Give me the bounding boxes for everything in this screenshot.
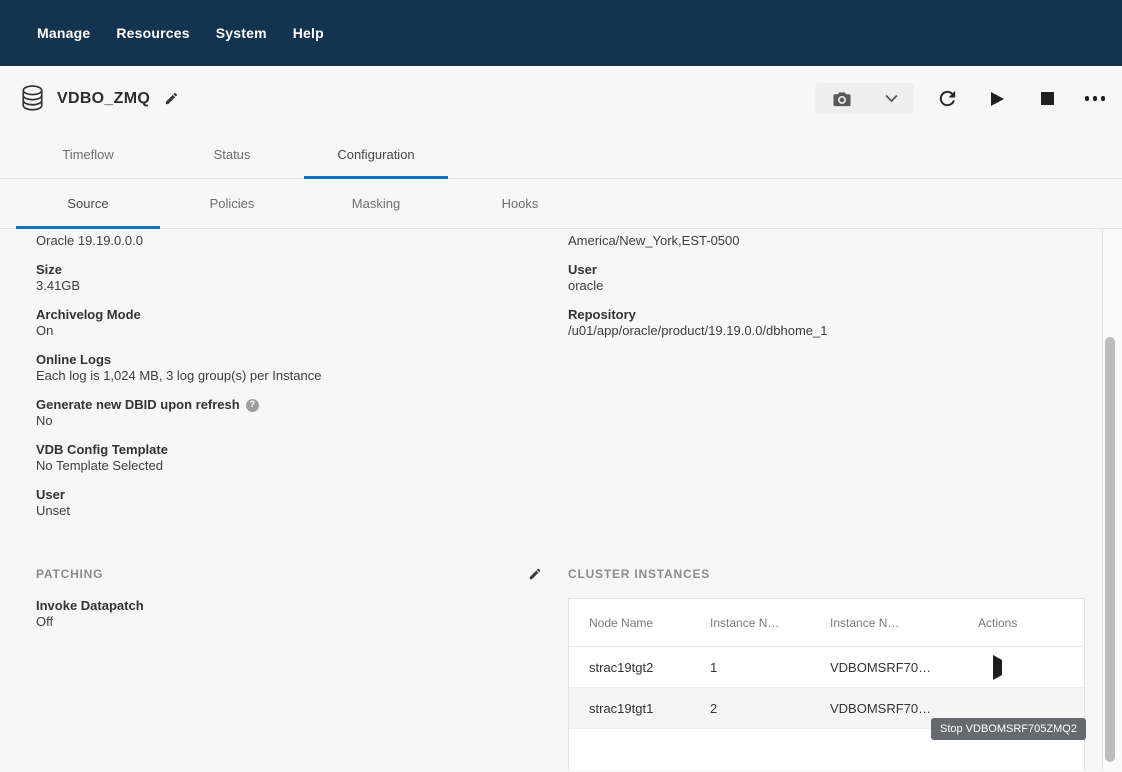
tab-configuration[interactable]: Configuration — [304, 131, 448, 178]
top-nav: Manage Resources System Help — [0, 0, 1122, 66]
field-user-right: User oracle — [568, 262, 1086, 294]
patching-section-title: PATCHING — [36, 567, 103, 581]
column-header-instance-name: Instance N… — [830, 616, 978, 630]
page-header: VDBO_ZMQ — [0, 66, 1122, 131]
cell-actions — [978, 701, 1084, 716]
column-header-node-name: Node Name — [569, 616, 710, 630]
cluster-instances-header: CLUSTER INSTANCES — [568, 567, 1085, 581]
cell-instance-number: 1 — [710, 660, 830, 675]
field-value: On — [36, 323, 568, 339]
field-generate-new-dbid: Generate new DBID upon refresh ? No — [36, 397, 568, 429]
edit-name-pencil-icon[interactable] — [164, 91, 179, 106]
patching-section-header: PATCHING — [36, 567, 568, 581]
start-vdb-icon[interactable] — [980, 82, 1014, 116]
field-database-version: Oracle 19.19.0.0.0 — [36, 233, 568, 249]
field-label: User — [568, 262, 1086, 278]
table-row: strac19tgt2 1 VDBOMSRF70… — [569, 647, 1084, 688]
cell-instance-number: 2 — [710, 701, 830, 716]
column-header-actions: Actions — [978, 616, 1084, 630]
vertical-scrollbar-track[interactable] — [1102, 229, 1122, 770]
field-label: VDB Config Template — [36, 442, 568, 458]
nav-item-help[interactable]: Help — [293, 25, 324, 41]
main-tab-bar: Timeflow Status Configuration — [0, 131, 1122, 179]
more-actions-icon[interactable] — [1080, 82, 1110, 116]
nav-item-manage[interactable]: Manage — [37, 25, 90, 41]
column-header-instance-number: Instance N… — [710, 616, 830, 630]
refresh-icon[interactable] — [930, 82, 964, 116]
cell-instance-name: VDBOMSRF70… — [830, 701, 978, 716]
field-value: Each log is 1,024 MB, 3 log group(s) per… — [36, 368, 568, 384]
field-size: Size 3.41GB — [36, 262, 568, 294]
patching-edit-pencil-icon[interactable] — [528, 567, 542, 581]
tab-status[interactable]: Status — [160, 131, 304, 178]
subtab-hooks[interactable]: Hooks — [448, 179, 592, 228]
tab-timeflow[interactable]: Timeflow — [16, 131, 160, 178]
stop-vdb-icon[interactable] — [1030, 82, 1064, 116]
field-value: America/New_York,EST-0500 — [568, 233, 1086, 249]
nav-item-resources[interactable]: Resources — [116, 25, 189, 41]
cluster-instances-title: CLUSTER INSTANCES — [568, 567, 710, 581]
cell-instance-name: VDBOMSRF70… — [830, 660, 978, 675]
field-value: Off — [36, 614, 568, 630]
field-value: Oracle 19.19.0.0.0 — [36, 233, 568, 249]
configuration-sub-tab-bar: Source Policies Masking Hooks — [0, 179, 1122, 229]
table-header-row: Node Name Instance N… Instance N… Action… — [569, 599, 1084, 647]
field-value: 3.41GB — [36, 278, 568, 294]
page-title: VDBO_ZMQ — [57, 90, 150, 108]
source-details: Oracle 19.19.0.0.0 Size 3.41GB Archivelo… — [0, 229, 1122, 532]
field-label: Repository — [568, 307, 1086, 323]
field-online-logs: Online Logs Each log is 1,024 MB, 3 log … — [36, 352, 568, 384]
field-repository: Repository /u01/app/oracle/product/19.19… — [568, 307, 1086, 339]
subtab-policies[interactable]: Policies — [160, 179, 304, 228]
details-right-column: America/New_York,EST-0500 User oracle Re… — [568, 233, 1086, 532]
details-left-column: Oracle 19.19.0.0.0 Size 3.41GB Archivelo… — [36, 233, 568, 532]
snapshot-split-button — [815, 83, 914, 114]
field-value: No — [36, 413, 568, 429]
field-value: No Template Selected — [36, 458, 568, 474]
field-archivelog-mode: Archivelog Mode On — [36, 307, 568, 339]
cell-actions — [978, 660, 1084, 675]
patching-section: PATCHING Invoke Datapatch Off — [36, 567, 568, 770]
cell-node-name: strac19tgt1 — [569, 701, 710, 716]
snapshot-camera-icon[interactable] — [815, 83, 868, 114]
field-timezone: America/New_York,EST-0500 — [568, 233, 1086, 249]
field-value: oracle — [568, 278, 1086, 294]
field-label: Generate new DBID upon refresh ? — [36, 397, 568, 413]
subtab-source[interactable]: Source — [16, 179, 160, 228]
field-label: Online Logs — [36, 352, 568, 368]
field-label: Archivelog Mode — [36, 307, 568, 323]
field-label-text: Generate new DBID upon refresh — [36, 397, 240, 413]
field-label: Invoke Datapatch — [36, 598, 568, 614]
field-vdb-config-template: VDB Config Template No Template Selected — [36, 442, 568, 474]
cell-node-name: strac19tgt2 — [569, 660, 710, 675]
source-config-content: Oracle 19.19.0.0.0 Size 3.41GB Archivelo… — [0, 229, 1122, 770]
cluster-instances-table: Node Name Instance N… Instance N… Action… — [568, 598, 1085, 770]
field-user-left: User Unset — [36, 487, 568, 519]
nav-item-system[interactable]: System — [216, 25, 267, 41]
field-value: /u01/app/oracle/product/19.19.0.0/dbhome… — [568, 323, 1086, 339]
help-icon[interactable]: ? — [246, 399, 259, 412]
database-icon — [20, 84, 45, 113]
snapshot-dropdown-chevron-icon[interactable] — [868, 83, 914, 114]
vertical-scrollbar-thumb[interactable] — [1105, 337, 1115, 762]
header-toolbar — [815, 82, 1110, 116]
start-instance-icon[interactable] — [993, 655, 1002, 680]
field-label: User — [36, 487, 568, 503]
subtab-masking[interactable]: Masking — [304, 179, 448, 228]
title-group: VDBO_ZMQ — [20, 84, 179, 113]
field-label: Size — [36, 262, 568, 278]
field-invoke-datapatch: Invoke Datapatch Off — [36, 598, 568, 630]
stop-instance-tooltip: Stop VDBOMSRF705ZMQ2 — [931, 718, 1086, 740]
field-value: Unset — [36, 503, 568, 519]
